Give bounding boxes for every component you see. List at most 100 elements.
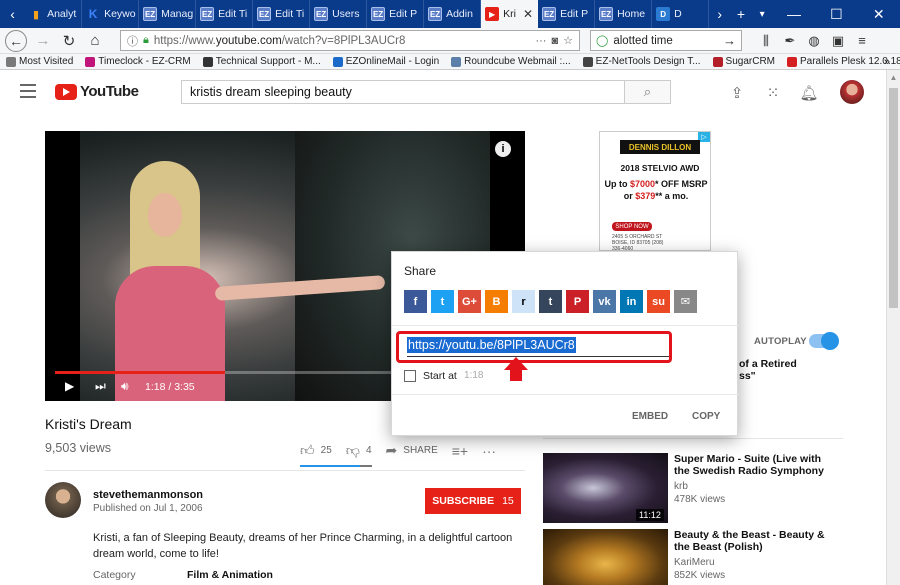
info-icon[interactable]: ⓘ: [127, 33, 138, 49]
maximize-icon[interactable]: ☐: [815, 0, 857, 28]
more-actions-button[interactable]: ···: [482, 443, 496, 459]
stumbleupon-icon[interactable]: su: [647, 290, 670, 313]
close-tab-icon[interactable]: ✕: [523, 7, 533, 21]
reload-icon[interactable]: ↻: [56, 30, 82, 52]
tab-10[interactable]: EZ Home: [595, 0, 653, 28]
url-bar[interactable]: ⓘ 🔒︎ https://www.youtube.com/watch?v=8Pl…: [120, 30, 580, 51]
home-icon[interactable]: ⌂: [82, 30, 108, 52]
google-plus-icon[interactable]: G+: [458, 290, 481, 313]
extension-icon[interactable]: ◍: [802, 30, 826, 52]
recommended-video[interactable]: Beauty & the Beast - Beauty & the Beast …: [543, 529, 843, 585]
video-thumbnail[interactable]: [543, 529, 668, 585]
email-icon[interactable]: ✉: [674, 290, 697, 313]
bookmark-item[interactable]: Most Visited: [6, 56, 73, 67]
page-scrollbar[interactable]: ▲: [886, 70, 900, 585]
dislike-button[interactable]: 👎︎ 4: [346, 442, 372, 459]
recommended-title[interactable]: Beauty & the Beast - Beauty & the Beast …: [674, 529, 834, 553]
upload-icon[interactable]: ⇪: [728, 84, 746, 102]
linkedin-icon[interactable]: in: [620, 290, 643, 313]
like-button[interactable]: 👍︎ 25: [300, 442, 332, 459]
youtube-search-input[interactable]: kristis dream sleeping beauty: [181, 80, 625, 104]
category-value[interactable]: Film & Animation: [187, 569, 273, 581]
search-bar[interactable]: ◯ alotted time →: [590, 30, 742, 51]
video-info-icon[interactable]: i: [495, 141, 511, 157]
scroll-up-icon[interactable]: ▲: [887, 70, 900, 84]
ad-shop-now-button[interactable]: SHOP NOW: [612, 222, 652, 231]
volume-icon[interactable]: 🔊︎: [121, 379, 129, 394]
blogger-icon[interactable]: B: [485, 290, 508, 313]
scrollbar-thumb[interactable]: [889, 88, 898, 308]
bookmark-item[interactable]: SugarCRM: [712, 56, 775, 67]
tab-2[interactable]: EZ Manag: [139, 0, 197, 28]
bookmark-item[interactable]: EZOnlineMail - Login: [332, 56, 439, 67]
recommended-title[interactable]: Super Mario - Suite (Live with the Swedi…: [674, 453, 834, 477]
tab-0[interactable]: ▮ Analyt: [25, 0, 83, 28]
share-button[interactable]: ➦ SHARE: [386, 442, 438, 459]
display-ad[interactable]: ▷ DENNIS DILLON 2018 STELVIO AWD Up to $…: [599, 131, 711, 251]
vk-icon[interactable]: vk: [593, 290, 616, 313]
tab-7[interactable]: EZ Addin: [424, 0, 482, 28]
subscribe-button[interactable]: SUBSCRIBE 15: [425, 488, 521, 514]
sidebar-icon[interactable]: ▣: [826, 30, 850, 52]
account-avatar[interactable]: [840, 80, 864, 104]
ez-icon: EZ: [542, 7, 557, 21]
bookmark-item[interactable]: Timeclock - EZ-CRM: [85, 56, 191, 67]
tab-5[interactable]: EZ Users: [310, 0, 368, 28]
eyedropper-icon[interactable]: ✒: [778, 30, 802, 52]
tab-6[interactable]: EZ Edit P: [367, 0, 425, 28]
autoplay-toggle[interactable]: [809, 332, 839, 350]
minimize-icon[interactable]: —: [773, 0, 815, 28]
start-at-checkbox[interactable]: [404, 370, 416, 382]
next-icon[interactable]: ⏭︎: [95, 379, 106, 394]
recommended-video[interactable]: 11:12 Super Mario - Suite (Live with the…: [543, 453, 843, 523]
tab-scroll-right-icon[interactable]: ›: [709, 0, 730, 28]
tab-4[interactable]: EZ Edit Ti: [253, 0, 311, 28]
apps-grid-icon[interactable]: ⁙: [764, 84, 782, 102]
bookmark-item[interactable]: Roundcube Webmail :...: [451, 56, 571, 67]
library-icon[interactable]: ⫼: [754, 30, 778, 52]
twitter-icon[interactable]: t: [431, 290, 454, 313]
more-icon: ···: [482, 442, 497, 459]
bookmark-icon: [787, 56, 797, 67]
tab-scroll-left-icon[interactable]: ‹: [0, 0, 25, 28]
share-network-list: f t G+ Br t Pvk in su ✉: [404, 290, 697, 313]
up-next-title-partial[interactable]: of a Retired ss": [739, 358, 797, 382]
bookmarks-overflow-icon[interactable]: »: [884, 56, 890, 68]
page-actions-icon[interactable]: ···: [535, 35, 546, 47]
guide-menu-icon[interactable]: [20, 84, 36, 98]
bookmark-item[interactable]: EZ-NetTools Design T...: [582, 56, 701, 67]
close-window-icon[interactable]: ✕: [858, 0, 900, 28]
youtube-search-button[interactable]: ⌕: [625, 80, 671, 104]
tab-9[interactable]: EZ Edit P: [538, 0, 596, 28]
play-icon[interactable]: ▶: [65, 379, 74, 393]
channel-name[interactable]: stevethemanmonson: [93, 489, 203, 501]
pinterest-icon[interactable]: P: [566, 290, 589, 313]
channel-avatar[interactable]: [45, 482, 81, 518]
youtube-logo[interactable]: YouTube: [55, 83, 139, 100]
pocket-icon[interactable]: ◙: [551, 35, 558, 47]
bookmark-icon: [332, 56, 343, 67]
share-link-field[interactable]: https://youtu.be/8PlPL3AUCr8: [407, 337, 669, 357]
bookmark-icon: [582, 56, 593, 67]
copy-button[interactable]: COPY: [692, 411, 720, 422]
tab-list-dropdown-icon[interactable]: ▾: [752, 0, 773, 28]
tumblr-icon[interactable]: t: [539, 290, 562, 313]
embed-button[interactable]: EMBED: [632, 411, 668, 422]
notifications-bell-icon[interactable]: 🔔︎: [799, 84, 818, 102]
facebook-icon[interactable]: f: [404, 290, 427, 313]
tab-1[interactable]: K Keywo: [82, 0, 140, 28]
recommended-views: 852K views: [674, 570, 726, 581]
reddit-icon[interactable]: r: [512, 290, 535, 313]
search-go-icon[interactable]: →: [723, 33, 736, 48]
tab-3[interactable]: EZ Edit Ti: [196, 0, 254, 28]
bookmark-star-icon[interactable]: ☆: [563, 34, 573, 47]
menu-icon[interactable]: ≡: [850, 30, 874, 52]
bookmark-item[interactable]: Technical Support - M...: [202, 56, 321, 67]
tab-label: Users: [332, 8, 360, 20]
add-to-playlist-button[interactable]: ≡+: [452, 443, 468, 459]
forward-button-icon[interactable]: →: [30, 30, 56, 52]
tab-8[interactable]: ▶ Kri ✕: [481, 0, 539, 28]
back-button-icon[interactable]: ←: [5, 29, 27, 52]
new-tab-icon[interactable]: +: [730, 0, 751, 28]
tab-11[interactable]: DD: [652, 0, 710, 28]
